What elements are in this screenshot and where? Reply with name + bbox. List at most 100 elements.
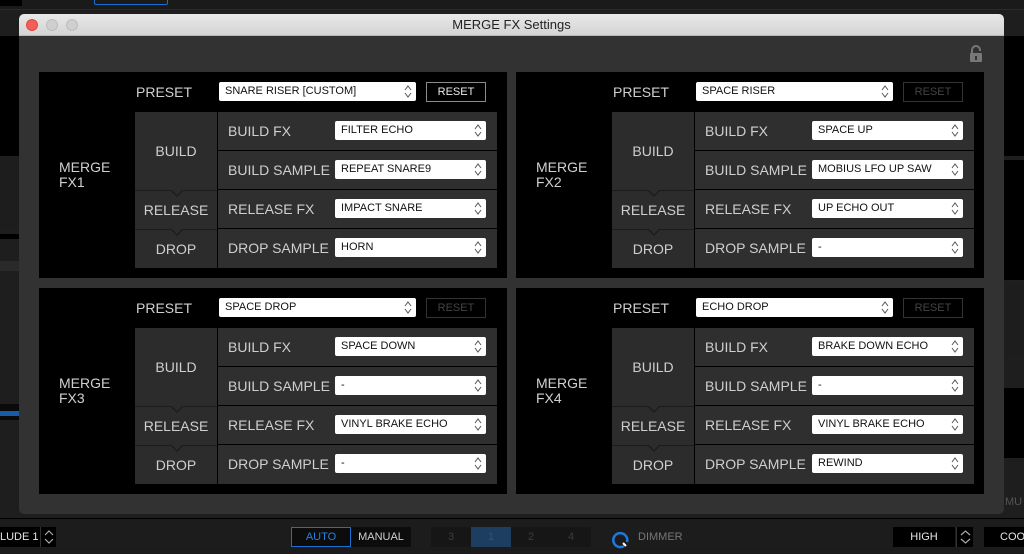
stage-arrow-icon — [170, 445, 184, 452]
build-fx-value: FILTER ECHO — [341, 124, 413, 136]
preset-select[interactable]: SPACE DROP — [219, 298, 416, 317]
mute-label: MU — [1005, 496, 1022, 508]
build-fx-row: BUILD FX FILTER ECHO — [218, 112, 497, 150]
release-fx-value: IMPACT SNARE — [341, 202, 423, 214]
drop-sample-select[interactable]: - — [335, 454, 486, 473]
preset-select[interactable]: ECHO DROP — [696, 298, 893, 317]
drop-sample-label: DROP SAMPLE — [705, 456, 806, 472]
window-title: MERGE FX Settings — [19, 17, 1004, 32]
high-stepper-icon[interactable] — [956, 527, 973, 547]
reset-button[interactable]: RESET — [426, 298, 486, 318]
build-fx-row: BUILD FX BRAKE DOWN ECHO — [695, 328, 974, 366]
build-sample-row: BUILD SAMPLE MOBIUS LFO UP SAW — [695, 151, 974, 189]
release-fx-row: RELEASE FX IMPACT SNARE — [218, 190, 497, 228]
prelude-stepper-icon[interactable] — [40, 527, 56, 547]
stage-release: RELEASE — [135, 190, 217, 229]
preset-select[interactable]: SPACE RISER — [696, 82, 893, 101]
build-fx-select[interactable]: FILTER ECHO — [335, 121, 486, 140]
stage-arrow-icon — [647, 190, 661, 197]
drop-sample-label: DROP SAMPLE — [228, 240, 329, 256]
deck-1-button[interactable]: 1 — [471, 527, 511, 547]
reset-button[interactable]: RESET — [903, 82, 963, 102]
drop-sample-label: DROP SAMPLE — [705, 240, 806, 256]
drop-sample-select[interactable]: REWIND — [812, 454, 963, 473]
build-fx-label: BUILD FX — [228, 123, 291, 139]
auto-button[interactable]: AUTO — [291, 527, 351, 547]
release-fx-row: RELEASE FX VINYL BRAKE ECHO — [218, 406, 497, 444]
drop-sample-row: DROP SAMPLE - — [218, 445, 497, 484]
stage-drop: DROP — [135, 445, 217, 484]
build-sample-row: BUILD SAMPLE - — [218, 367, 497, 405]
deck-3-button[interactable]: 3 — [431, 527, 471, 547]
prelude-select[interactable]: LUDE 1 — [0, 527, 40, 547]
merge-fx-settings-window: MERGE FX Settings MERGE FX1 PRESET SNARE… — [19, 14, 1004, 514]
fx-grid: BUILD RELEASE DROP BUILD FX SPACE UP BUI… — [612, 112, 974, 268]
build-fx-row: BUILD FX SPACE UP — [695, 112, 974, 150]
manual-button[interactable]: MANUAL — [351, 527, 411, 547]
select-stepper-icon — [404, 300, 412, 315]
bottom-toolbar: LUDE 1 AUTO MANUAL 3 1 2 4 DIMMER HIGH C… — [0, 518, 1024, 548]
preset-select[interactable]: SNARE RISER [CUSTOM] — [219, 82, 416, 101]
fx-grid: BUILD RELEASE DROP BUILD FX BRAKE DOWN E… — [612, 328, 974, 484]
release-fx-value: UP ECHO OUT — [818, 202, 894, 214]
title-bar[interactable]: MERGE FX Settings — [19, 14, 1004, 36]
stage-build: BUILD — [612, 112, 694, 190]
merge-fx-name-line1: MERGE — [536, 160, 587, 175]
release-fx-select[interactable]: IMPACT SNARE — [335, 199, 486, 218]
drop-sample-select[interactable]: - — [812, 238, 963, 257]
reset-button[interactable]: RESET — [426, 82, 486, 102]
deck-4-button[interactable]: 4 — [551, 527, 591, 547]
stage-build: BUILD — [135, 328, 217, 406]
build-sample-select[interactable]: REPEAT SNARE9 — [335, 160, 486, 179]
stage-drop: DROP — [612, 445, 694, 484]
deck-2-button[interactable]: 2 — [511, 527, 551, 547]
background-top-toolbar — [0, 0, 1024, 10]
merge-fx-name-line1: MERGE — [59, 160, 110, 175]
build-sample-select[interactable]: - — [812, 376, 963, 395]
stage-release: RELEASE — [612, 406, 694, 445]
build-fx-label: BUILD FX — [705, 123, 768, 139]
stage-build: BUILD — [135, 112, 217, 190]
toolbar-selected-button[interactable] — [94, 0, 168, 5]
reset-button[interactable]: RESET — [903, 298, 963, 318]
release-fx-label: RELEASE FX — [705, 201, 791, 217]
build-sample-value: REPEAT SNARE9 — [341, 163, 431, 175]
select-stepper-icon — [474, 339, 482, 354]
stage-release-label: RELEASE — [144, 202, 209, 218]
unlocked-padlock-icon[interactable] — [969, 45, 983, 63]
stage-drop-label: DROP — [156, 457, 196, 473]
stage-drop-label: DROP — [633, 241, 673, 257]
select-stepper-icon — [474, 417, 482, 432]
select-stepper-icon — [474, 456, 482, 471]
drop-sample-label: DROP SAMPLE — [228, 456, 329, 472]
drop-sample-select[interactable]: HORN — [335, 238, 486, 257]
release-fx-select[interactable]: UP ECHO OUT — [812, 199, 963, 218]
build-fx-select[interactable]: SPACE DOWN — [335, 337, 486, 356]
build-fx-value: BRAKE DOWN ECHO — [818, 340, 928, 352]
build-sample-value: - — [818, 379, 822, 391]
preset-label: PRESET — [613, 84, 669, 100]
merge-fx-name: MERGE FX3 — [59, 376, 110, 406]
preset-value: ECHO DROP — [702, 301, 769, 313]
cool-select[interactable]: COO — [984, 527, 1024, 547]
build-sample-label: BUILD SAMPLE — [705, 378, 807, 394]
merge-fx-name: MERGE FX2 — [536, 160, 587, 190]
select-stepper-icon — [474, 162, 482, 177]
drop-sample-value: HORN — [341, 241, 373, 253]
build-fx-select[interactable]: BRAKE DOWN ECHO — [812, 337, 963, 356]
merge-fx-name-line1: MERGE — [536, 376, 587, 391]
merge-fx-name: MERGE FX4 — [536, 376, 587, 406]
build-fx-select[interactable]: SPACE UP — [812, 121, 963, 140]
build-fx-row: BUILD FX SPACE DOWN — [218, 328, 497, 366]
release-fx-select[interactable]: VINYL BRAKE ECHO — [335, 415, 486, 434]
build-fx-value: SPACE DOWN — [341, 340, 415, 352]
release-fx-select[interactable]: VINYL BRAKE ECHO — [812, 415, 963, 434]
dimmer-knob-icon[interactable] — [611, 529, 631, 549]
stage-arrow-icon — [170, 229, 184, 236]
high-select[interactable]: HIGH — [893, 527, 955, 547]
build-sample-select[interactable]: MOBIUS LFO UP SAW — [812, 160, 963, 179]
build-fx-label: BUILD FX — [228, 339, 291, 355]
select-stepper-icon — [474, 201, 482, 216]
build-sample-select[interactable]: - — [335, 376, 486, 395]
stage-arrow-icon — [170, 190, 184, 197]
